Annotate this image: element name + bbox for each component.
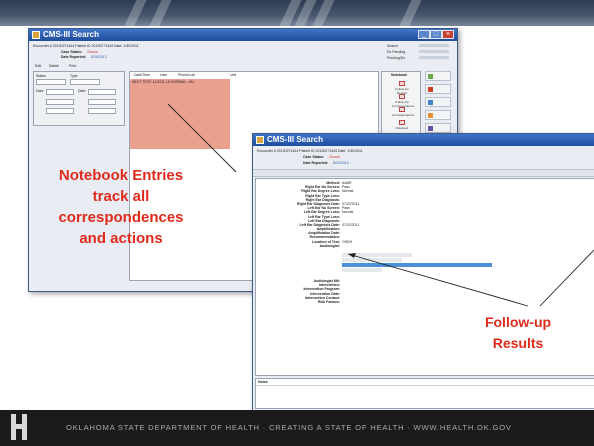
result-row: Audiologist: bbox=[256, 244, 376, 248]
edit-icon bbox=[428, 113, 433, 118]
case-status-value: Closed bbox=[329, 155, 340, 159]
callout-line: Notebook Entries bbox=[58, 167, 184, 184]
callout-line: Follow-up bbox=[484, 314, 552, 330]
audiologist-option[interactable] bbox=[342, 253, 412, 257]
notes-section: Notes bbox=[255, 378, 594, 409]
date-reported-value: 8/20/2013 bbox=[91, 55, 107, 59]
diagnostic-button[interactable] bbox=[419, 44, 449, 47]
pending-dx-button[interactable]: Pending/Dx bbox=[387, 56, 405, 60]
result-row: Risk Factors: bbox=[256, 300, 376, 304]
column-header[interactable]: Date/Time bbox=[134, 73, 150, 77]
column-header[interactable]: User bbox=[160, 73, 167, 77]
note-text: NEXT TEST: 11/2011 LS NORMAL - AN bbox=[132, 80, 194, 84]
notebook-entry-row[interactable]: NEXT TEST: 11/2011 LS NORMAL - AN bbox=[130, 79, 230, 149]
window-titlebar[interactable]: CMS-III Search bbox=[253, 134, 594, 146]
result-label: Risk Factors: bbox=[317, 299, 340, 304]
type-select[interactable] bbox=[46, 99, 74, 105]
search-button[interactable]: Search bbox=[387, 44, 398, 48]
tool-button-5[interactable] bbox=[425, 123, 451, 133]
date-reported-label: Date Reported: bbox=[303, 161, 329, 165]
callout-line: and actions bbox=[79, 230, 163, 247]
osdh-logo-icon bbox=[11, 414, 27, 440]
status-field[interactable] bbox=[36, 79, 66, 85]
results-list: Method: AABR Right Ear No Screen: Pass Rig… bbox=[256, 181, 376, 248]
minimize-button[interactable]: _ bbox=[418, 30, 430, 39]
app-icon bbox=[32, 31, 40, 39]
footer-text: OKLAHOMA STATE DEPARTMENT OF HEALTH · CR… bbox=[66, 423, 512, 432]
window-titlebar[interactable]: CMS-III Search _ □ × bbox=[29, 29, 457, 41]
field-label: Date bbox=[36, 89, 44, 93]
document-icon bbox=[399, 81, 405, 86]
tool-button-1[interactable] bbox=[425, 71, 451, 81]
tool-button-4[interactable] bbox=[425, 110, 451, 120]
document-icon bbox=[399, 107, 405, 112]
field-label: Status bbox=[36, 74, 46, 78]
result-select[interactable] bbox=[46, 108, 74, 114]
audiologist-list[interactable] bbox=[342, 253, 492, 275]
date-field[interactable] bbox=[46, 89, 74, 95]
toolbar-divider bbox=[253, 169, 594, 177]
print-button[interactable]: Print bbox=[69, 64, 76, 68]
column-header[interactable]: Unit bbox=[230, 73, 236, 77]
date-field[interactable] bbox=[88, 89, 116, 95]
follow-up-results-button[interactable]: Follow-Up Results bbox=[392, 81, 412, 95]
results-tail: Audiologist Mtl: Intervention: Intervent… bbox=[256, 279, 376, 304]
audiologist-option-selected[interactable] bbox=[342, 263, 492, 267]
date-reported-value: 8/20/2013 bbox=[333, 161, 349, 165]
column-header[interactable]: Phone/Lab bbox=[178, 73, 195, 77]
app-icon bbox=[256, 136, 264, 144]
correspondence-button[interactable]: Correspondence bbox=[392, 107, 414, 117]
field-label: Date bbox=[78, 89, 86, 93]
case-status-label: Case Status: bbox=[303, 155, 325, 159]
follow-up-correspondence-button[interactable]: Follow-Up Correspondence bbox=[392, 94, 414, 108]
type-field[interactable] bbox=[70, 79, 100, 85]
case-status-label: Case Status: bbox=[61, 50, 83, 54]
notebook-entries-callout: Notebook Entries track all correspondenc… bbox=[46, 165, 196, 249]
maximize-button[interactable]: □ bbox=[430, 30, 442, 39]
dx-pending-button[interactable]: Dx Pending bbox=[387, 50, 405, 54]
field-label: Type bbox=[70, 74, 78, 78]
footer-bar: OKLAHOMA STATE DEPARTMENT OF HEALTH · CR… bbox=[0, 410, 594, 446]
tool-button-3[interactable] bbox=[425, 97, 451, 107]
notebook-icon bbox=[399, 120, 405, 125]
notes-textarea[interactable] bbox=[256, 385, 594, 409]
notebook-panel-title: Notebook bbox=[391, 73, 408, 77]
callout-line: correspondences bbox=[58, 209, 184, 226]
save-icon bbox=[428, 100, 433, 105]
check-icon bbox=[428, 74, 433, 79]
case-status-value: Closed bbox=[87, 50, 98, 54]
top-banner bbox=[0, 0, 594, 26]
help-icon bbox=[428, 126, 433, 131]
notebook-button[interactable]: Notebook bbox=[392, 120, 412, 130]
edit-button[interactable]: Edit bbox=[35, 64, 41, 68]
close-button[interactable]: × bbox=[442, 30, 454, 39]
encounter-header: Encounter # 20130271444 Patient ID 20130… bbox=[33, 44, 139, 48]
notes-label: Notes bbox=[258, 380, 268, 384]
unreferable-button[interactable] bbox=[419, 50, 449, 53]
result-select[interactable] bbox=[88, 108, 116, 114]
date-reported-label: Date Reported: bbox=[61, 55, 87, 59]
left-fields-panel: Status Type Date Date bbox=[33, 71, 125, 126]
callout-line: Results bbox=[492, 335, 544, 351]
document-icon bbox=[399, 94, 405, 99]
encounter-header: Encounter # 20130271444 Patient ID 20130… bbox=[257, 149, 363, 153]
delete-button[interactable]: Delete bbox=[49, 64, 59, 68]
window-title: CMS-III Search bbox=[267, 135, 324, 144]
hearing-button[interactable] bbox=[419, 56, 449, 59]
result-label: Audiologist: bbox=[319, 243, 340, 248]
follow-up-results-callout: Follow-up Results bbox=[468, 312, 568, 354]
audiologist-option[interactable] bbox=[342, 268, 382, 272]
tool-button-2[interactable] bbox=[425, 84, 451, 94]
cms-search-window-front: CMS-III Search Encounter # 20130271444 P… bbox=[252, 133, 594, 412]
callout-line: track all bbox=[92, 188, 150, 205]
cancel-icon bbox=[428, 87, 433, 92]
window-title: CMS-III Search bbox=[43, 30, 100, 39]
type-select[interactable] bbox=[88, 99, 116, 105]
audiologist-option[interactable] bbox=[342, 258, 402, 262]
